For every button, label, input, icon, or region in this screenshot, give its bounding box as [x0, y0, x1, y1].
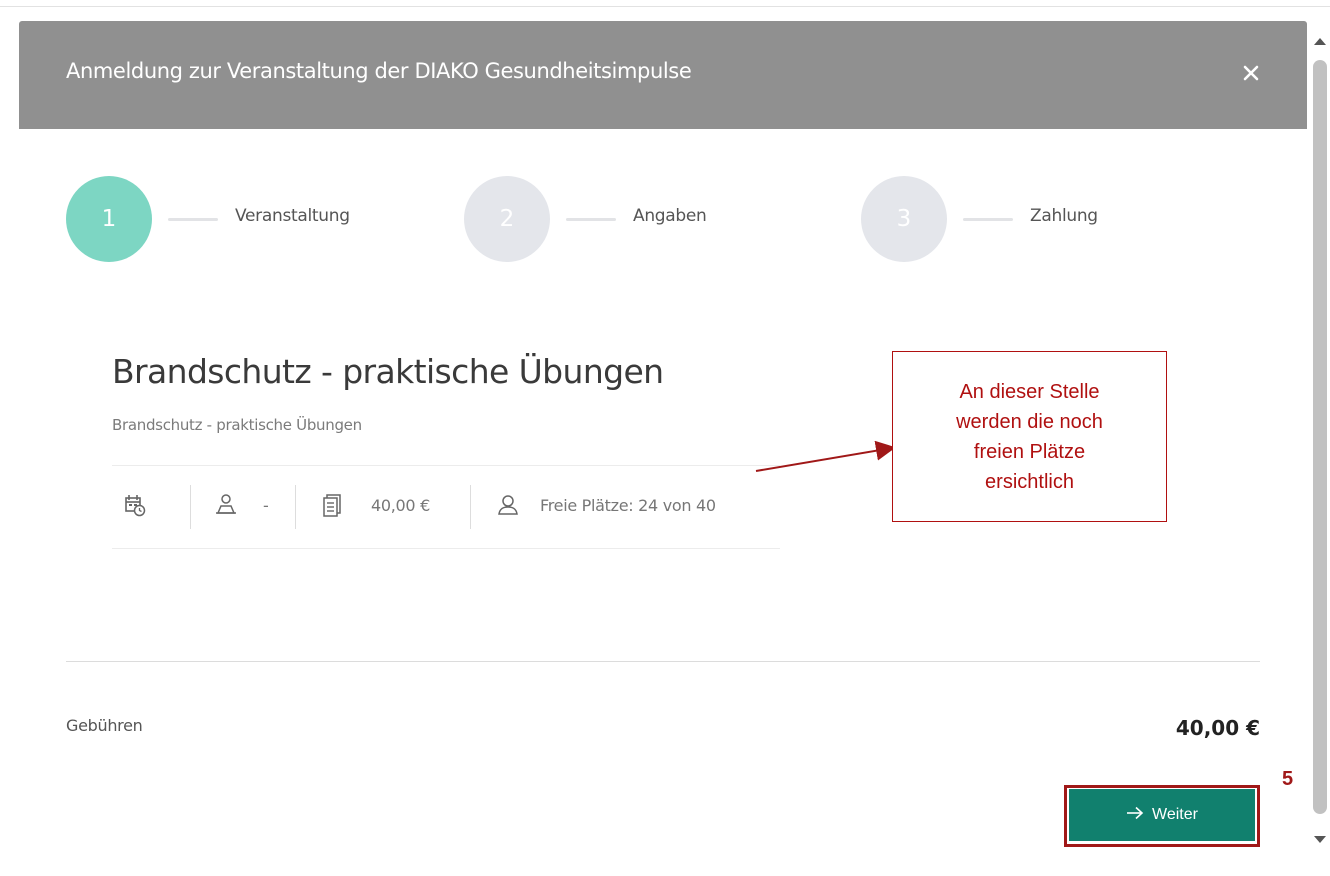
price-list-icon: [322, 493, 344, 517]
callout-line: ersichtlich: [985, 470, 1074, 493]
scrollbar-thumb[interactable]: [1313, 60, 1327, 814]
modal-title: Anmeldung zur Veranstaltung der DIAKO Ge…: [66, 59, 692, 83]
annotation-callout: An dieser Stelle werden die noch freien …: [892, 351, 1167, 522]
next-button-label: Weiter: [1152, 806, 1198, 823]
callout-line: An dieser Stelle: [959, 380, 1100, 403]
scrollbar[interactable]: [1310, 30, 1330, 850]
fees-value: 40,00 €: [1175, 716, 1260, 740]
step-1-label: Veranstaltung: [235, 206, 350, 226]
step-3-label: Zahlung: [1030, 206, 1098, 226]
step-3-circle: 3: [861, 176, 947, 262]
scroll-down-arrow-icon[interactable]: [1314, 836, 1326, 843]
event-subtitle: Brandschutz - praktische Übungen: [112, 416, 362, 434]
calendar-clock-icon: [124, 493, 146, 517]
fees-label: Gebühren: [66, 716, 143, 735]
person-icon: [496, 493, 518, 517]
callout-line: freien Plätze: [973, 440, 1086, 463]
next-button[interactable]: Weiter: [1069, 789, 1255, 841]
price-text: 40,00 €: [371, 496, 430, 515]
step-2-number: 2: [499, 206, 515, 232]
event-title: Brandschutz - praktische Übungen: [112, 352, 664, 391]
info-separator: [295, 485, 296, 529]
step-3-number: 3: [896, 206, 912, 232]
info-separator: [470, 485, 471, 529]
callout-text: An dieser Stelle werden die noch freien …: [956, 377, 1103, 497]
close-icon[interactable]: [1241, 63, 1261, 83]
arrow-right-icon: [1126, 806, 1144, 825]
step-2-connector: [566, 218, 616, 221]
info-row-top-divider: [112, 465, 780, 466]
step-1-circle: 1: [66, 176, 152, 262]
map-person-icon: [214, 493, 236, 517]
callout-line: werden die noch: [956, 410, 1103, 433]
location-text: -: [263, 496, 269, 515]
info-row-bottom-divider: [112, 548, 780, 549]
footer-divider: [66, 661, 1260, 662]
step-3-connector: [963, 218, 1013, 221]
step-2-label: Angaben: [633, 206, 707, 226]
annotation-arrow: [755, 440, 896, 472]
annotation-step-number: 5: [1282, 768, 1294, 790]
scroll-up-arrow-icon[interactable]: [1314, 38, 1326, 45]
free-seats-text: Freie Plätze: 24 von 40: [540, 496, 716, 515]
step-1-number: 1: [101, 206, 117, 232]
top-divider: [0, 6, 1330, 7]
step-2-circle: 2: [464, 176, 550, 262]
info-separator: [190, 485, 191, 529]
modal-header: Anmeldung zur Veranstaltung der DIAKO Ge…: [19, 21, 1307, 129]
step-1-connector: [168, 218, 218, 221]
